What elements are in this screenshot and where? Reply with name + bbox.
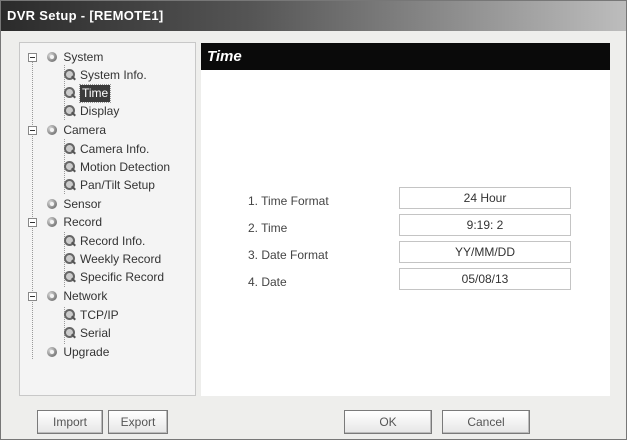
tree-item-label: Weekly Record — [80, 252, 162, 266]
tree-item-time[interactable]: Time — [62, 84, 112, 103]
tree-item-label: Time — [78, 84, 112, 103]
tree-item-label: Pan/Tilt Setup — [80, 178, 155, 192]
tree-item-specific-record[interactable]: Specific Record — [62, 269, 164, 286]
tree-item-serial[interactable]: Serial — [62, 325, 111, 342]
collapse-toggle[interactable] — [28, 126, 37, 135]
cancel-button[interactable]: Cancel — [442, 410, 530, 434]
collapse-toggle[interactable] — [28, 218, 37, 227]
tree-item-label: Upgrade — [63, 345, 110, 359]
tree-item-system[interactable]: System — [28, 49, 103, 66]
tree-item-label: Motion Detection — [80, 160, 171, 174]
date-label: 4. Date — [248, 275, 287, 289]
tree-item-label: Network — [63, 289, 108, 303]
settings-node-icon — [45, 214, 59, 231]
tree-item-sensor[interactable]: Sensor — [28, 196, 101, 213]
date-field[interactable]: 05/08/13 — [399, 268, 571, 290]
time-format-label: 1. Time Format — [248, 194, 329, 208]
magnifier-icon — [62, 85, 76, 102]
magnifier-icon — [62, 103, 76, 120]
tree-item-pan-tilt-setup[interactable]: Pan/Tilt Setup — [62, 177, 155, 194]
time-field[interactable]: 9:19: 2 — [399, 214, 571, 236]
tree-item-system-info[interactable]: System Info. — [62, 67, 147, 84]
magnifier-icon — [62, 307, 76, 324]
tree-item-camera[interactable]: Camera — [28, 122, 106, 139]
collapse-toggle[interactable] — [28, 292, 37, 301]
ok-button[interactable]: OK — [344, 410, 432, 434]
tree-item-label: Specific Record — [80, 270, 165, 284]
magnifier-icon — [62, 233, 76, 250]
tree-item-tcp-ip[interactable]: TCP/IP — [62, 307, 119, 324]
tree-item-display[interactable]: Display — [62, 103, 119, 120]
tree-item-upgrade[interactable]: Upgrade — [28, 344, 109, 361]
tree-item-label: Camera Info. — [80, 142, 150, 156]
settings-node-icon — [45, 196, 59, 213]
settings-tree: System System Info. Time Display Camera … — [19, 42, 196, 396]
settings-node-icon — [45, 288, 59, 305]
magnifier-icon — [62, 177, 76, 194]
tree-item-label: Camera — [63, 123, 107, 137]
panel-header: Time — [201, 43, 610, 70]
magnifier-icon — [62, 251, 76, 268]
tree-item-label: System Info. — [80, 68, 147, 82]
magnifier-icon — [62, 325, 76, 342]
dvr-setup-window: DVR Setup - [REMOTE1] System System Info… — [0, 0, 627, 440]
window-title: DVR Setup - [REMOTE1] — [7, 8, 164, 23]
tree-item-label: Record — [63, 215, 103, 229]
settings-node-icon — [45, 344, 59, 361]
tree-item-label: Record Info. — [80, 234, 146, 248]
magnifier-icon — [62, 67, 76, 84]
tree-item-label: Sensor — [63, 197, 102, 211]
date-format-label: 3. Date Format — [248, 248, 329, 262]
time-format-field[interactable]: 24 Hour — [399, 187, 571, 209]
tree-item-record-info[interactable]: Record Info. — [62, 233, 145, 250]
magnifier-icon — [62, 269, 76, 286]
import-button[interactable]: Import — [37, 410, 103, 434]
tree-item-record[interactable]: Record — [28, 214, 102, 231]
collapse-toggle[interactable] — [28, 53, 37, 62]
tree-item-label: Display — [80, 104, 120, 118]
tree-item-label: System — [63, 50, 104, 64]
settings-node-icon — [45, 49, 59, 66]
export-button[interactable]: Export — [108, 410, 168, 434]
tree-item-network[interactable]: Network — [28, 288, 107, 305]
title-bar: DVR Setup - [REMOTE1] — [1, 1, 626, 31]
tree-item-label: Serial — [80, 326, 111, 340]
tree-item-camera-info[interactable]: Camera Info. — [62, 141, 149, 158]
tree-item-weekly-record[interactable]: Weekly Record — [62, 251, 161, 268]
magnifier-icon — [62, 159, 76, 176]
settings-node-icon — [45, 122, 59, 139]
tree-item-motion-detection[interactable]: Motion Detection — [62, 159, 170, 176]
magnifier-icon — [62, 141, 76, 158]
tree-item-label: TCP/IP — [80, 308, 119, 322]
panel-title: Time — [207, 48, 242, 65]
time-label: 2. Time — [248, 221, 288, 235]
time-settings-panel: 1. Time Format 24 Hour 2. Time 9:19: 2 3… — [201, 70, 610, 396]
date-format-field[interactable]: YY/MM/DD — [399, 241, 571, 263]
